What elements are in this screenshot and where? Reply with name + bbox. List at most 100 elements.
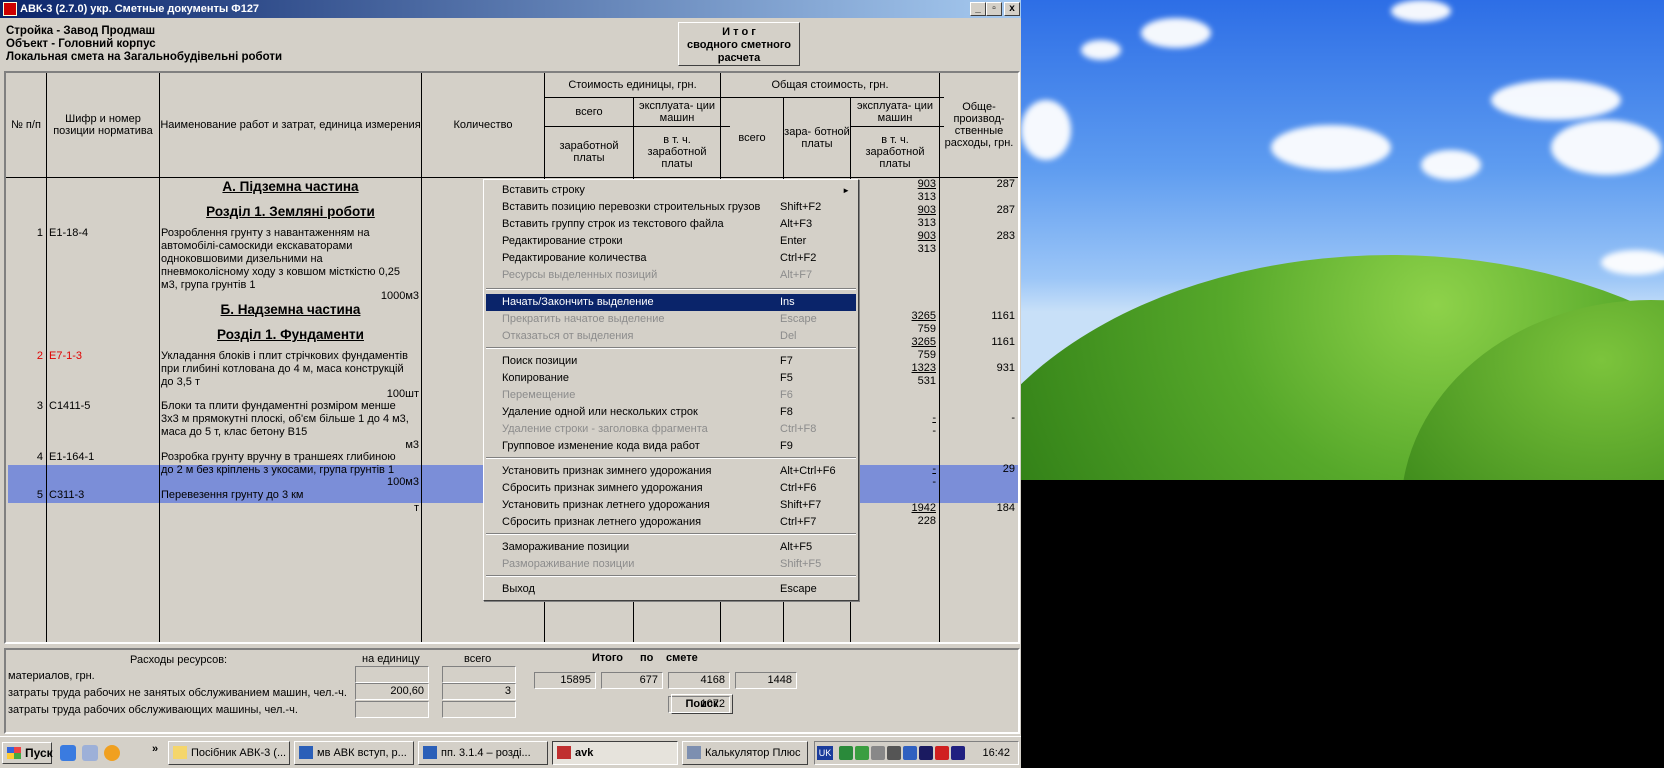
menu-item-label: Вставить группу строк из текстового файл… (502, 218, 724, 230)
section-a-title: А. Підземна частина (222, 179, 359, 194)
row-code: С1411-5 (49, 400, 91, 412)
maximize-button[interactable]: ▫ (986, 2, 1002, 16)
row-unit: 1000м3 (380, 290, 419, 302)
menu-item-label: Удаление одной или нескольких строк (502, 406, 698, 418)
task-word-1[interactable]: мв АВК вступ, р... (294, 741, 414, 765)
avk-app-icon (557, 746, 571, 759)
col-header-unit-cost: Стоимость единицы, грн. (568, 79, 697, 91)
menu-freeze-position[interactable]: Замораживание позиции Alt+F5 (486, 539, 856, 556)
tray-app-icon[interactable] (839, 746, 853, 760)
overhead-value: 184 (996, 502, 1015, 514)
cost-machine-wages-value: 759 (917, 349, 936, 361)
title-bar[interactable]: АВК-3 (2.7.0) укр. Сметные документы Ф12… (0, 0, 1021, 18)
cost-machine-wages-value: - (932, 476, 936, 488)
menu-item-shortcut: Ctrl+F2 (780, 252, 817, 264)
tray-app-icon[interactable] (887, 746, 901, 760)
row-unit: 100м3 (386, 476, 419, 488)
system-tray: UK 16:42 (814, 741, 1019, 765)
menu-item-label: Размораживание позиции (502, 558, 635, 570)
menu-item-label: Редактирование количества (502, 252, 647, 264)
menu-item-shortcut: Ctrl+F7 (780, 516, 817, 528)
labor-machines-per-unit-field (355, 701, 429, 718)
task-label: пп. 3.1.4 – розді... (441, 747, 531, 759)
language-indicator[interactable]: UK (817, 746, 833, 760)
row-code: Е7-1-3 (49, 350, 83, 362)
tray-app-icon[interactable] (855, 746, 869, 760)
menu-item-shortcut: F9 (780, 440, 793, 452)
cost-machines-value: - (932, 412, 936, 424)
tray-app-icon[interactable] (903, 746, 917, 760)
menu-item-shortcut: Ctrl+F8 (780, 423, 817, 435)
clock[interactable]: 16:42 (982, 742, 1010, 764)
cost-machine-wages-value: 228 (917, 515, 936, 527)
media-player-icon[interactable] (104, 745, 120, 761)
menu-item-shortcut: Alt+F7 (780, 269, 813, 281)
menu-unfreeze-position: Размораживание позиции Shift+F5 (486, 556, 856, 573)
total-header: всего (464, 653, 492, 665)
row-unit: т (413, 502, 419, 514)
menu-separator (486, 347, 856, 349)
row-name: Розробка грунту вручну в траншеях глибин… (161, 451, 396, 476)
col-header-code: Шифр и номер позиции норматива (53, 113, 153, 137)
menu-reset-summer[interactable]: Сбросить признак летнего удорожания Ctrl+… (486, 514, 856, 531)
cost-machine-wages-value: 313 (917, 243, 936, 255)
minimize-button[interactable]: _ (970, 2, 986, 16)
close-button[interactable]: x (1004, 2, 1020, 16)
col-header-unit-machines: эксплуата- ции машин (638, 100, 716, 124)
total-estimate-field: 15895 (534, 672, 596, 689)
start-button[interactable]: Пуск (2, 742, 53, 764)
menu-item-label: Групповое изменение кода вида работ (502, 440, 700, 452)
menu-set-winter[interactable]: Установить признак зимнего удорожания Alt… (486, 463, 856, 480)
ie-icon[interactable] (60, 745, 76, 761)
cost-machines-value: 903 (917, 178, 936, 190)
menu-insert-from-file[interactable]: Вставить группу строк из текстового файл… (486, 216, 856, 233)
menu-separator (486, 457, 856, 459)
menu-item-shortcut: F7 (780, 355, 793, 367)
task-calculator[interactable]: Калькулятор Плюс (682, 741, 808, 765)
menu-copy[interactable]: Копирование F5 (486, 370, 856, 387)
row-name: Блоки та плити фундаментні розміром менш… (161, 400, 409, 438)
row-name: Укладання блоків і плит стрічкових фунда… (161, 350, 408, 388)
cost-machines-value: 903 (917, 230, 936, 242)
tray-app-icon[interactable] (871, 746, 885, 760)
task-folder[interactable]: Посібник АВК-3 (... (168, 741, 290, 765)
cost-machine-wages-value: 313 (917, 217, 936, 229)
menu-reset-winter[interactable]: Сбросить признак зимнего удорожания Ctrl+… (486, 480, 856, 497)
task-label: Посібник АВК-3 (... (191, 747, 287, 759)
menu-toggle-selection[interactable]: Начать/Закончить выделение Ins (486, 294, 856, 311)
col-header-total-cost: Общая стоимость, грн. (771, 79, 889, 91)
row-number: 5 (36, 489, 43, 501)
menu-delete-rows[interactable]: Удаление одной или нескольких строк F8 (486, 404, 856, 421)
menu-separator (486, 575, 856, 577)
notepad-icon[interactable] (82, 745, 98, 761)
task-avk[interactable]: avk (552, 741, 678, 765)
summary-button-line3: расчета (717, 52, 761, 64)
task-label: мв АВК вступ, р... (317, 747, 407, 759)
menu-set-summer[interactable]: Установить признак летнего удорожания Shi… (486, 497, 856, 514)
task-word-2[interactable]: пп. 3.1.4 – розді... (418, 741, 548, 765)
search-button[interactable]: Поиск (671, 694, 733, 714)
tray-app-icon[interactable] (951, 746, 965, 760)
col-header-name: Наименование работ и затрат, единица изм… (160, 119, 421, 131)
avk-main-window: АВК-3 (2.7.0) укр. Сметные документы Ф12… (0, 0, 1021, 768)
menu-item-shortcut: Shift+F2 (780, 201, 822, 213)
summary-estimate-button[interactable]: И т о г сводного сметного расчета (678, 22, 800, 66)
menu-item-label: Сбросить признак летнего удорожания (502, 516, 702, 528)
menu-item-label: Прекратить начатое выделение (502, 313, 665, 325)
tray-app-icon[interactable] (919, 746, 933, 760)
overhead-value: 1161 (991, 310, 1015, 322)
menu-find-position[interactable]: Поиск позиции F7 (486, 353, 856, 370)
menu-exit[interactable]: Выход Escape (486, 581, 856, 598)
menu-item-shortcut: F5 (780, 372, 793, 384)
quicklaunch-chevron-icon[interactable]: » (152, 743, 158, 755)
tray-app-icon[interactable] (935, 746, 949, 760)
menu-insert-transport[interactable]: Вставить позицию перевозки строительных … (486, 199, 856, 216)
menu-edit-row[interactable]: Редактирование строки Enter (486, 233, 856, 250)
row-name: Розроблення грунту з навантаженням на ав… (161, 227, 400, 291)
menu-group-change-code[interactable]: Групповое изменение кода вида работ F9 (486, 438, 856, 455)
row-number: 4 (36, 451, 43, 463)
menu-item-label: Копирование (502, 372, 570, 384)
context-menu[interactable]: Вставить строку ► Вставить позицию перево… (483, 179, 859, 601)
menu-edit-quantity[interactable]: Редактирование количества Ctrl+F2 (486, 250, 856, 267)
menu-insert-row[interactable]: Вставить строку ► (486, 182, 856, 199)
